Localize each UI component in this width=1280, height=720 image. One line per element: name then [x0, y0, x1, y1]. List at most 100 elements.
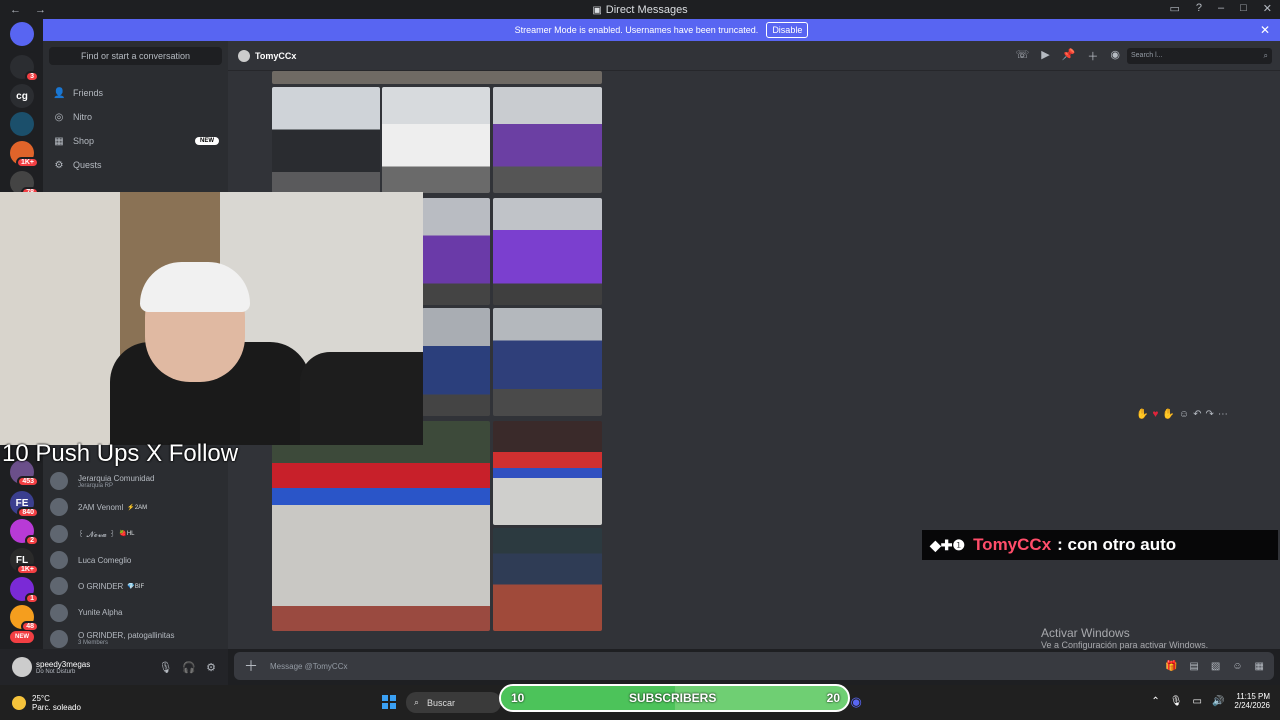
- list-item[interactable]: Luca Comeglio: [50, 547, 225, 573]
- add-friend-icon[interactable]: ＋: [1087, 48, 1098, 64]
- car-photo[interactable]: [272, 87, 380, 193]
- close-window-button[interactable]: ✕: [1263, 2, 1272, 15]
- chat-username: TomyCCx: [973, 535, 1052, 554]
- car-photo[interactable]: [422, 198, 490, 305]
- maximize-button[interactable]: □: [1240, 2, 1247, 15]
- list-item[interactable]: 2AM Venoml ⚡2AM: [50, 494, 225, 520]
- forward-arrow-icon[interactable]: →: [35, 4, 46, 16]
- car-photo[interactable]: [382, 87, 490, 193]
- window-title: ▣ Direct Messages: [592, 3, 688, 16]
- list-item[interactable]: Yunite Alpha: [50, 599, 225, 625]
- chat-text: : con otro auto: [1057, 535, 1177, 554]
- headphones-icon[interactable]: 🎧: [182, 661, 196, 674]
- server-icon[interactable]: 2: [10, 519, 39, 546]
- message-input[interactable]: ＋ Message @TomyCCx 🎁 ▤ ▧ ☺ ▦: [234, 652, 1274, 680]
- webcam-overlay: [0, 192, 423, 445]
- nav-quests[interactable]: ⚙ Quests: [53, 153, 223, 177]
- car-photo[interactable]: [493, 87, 602, 193]
- gear-icon[interactable]: ⚙: [206, 661, 216, 674]
- car-photo[interactable]: [493, 308, 602, 416]
- wave-emoji-icon[interactable]: ✋: [1136, 409, 1148, 420]
- reply-icon[interactable]: ↶: [1193, 409, 1201, 420]
- apps-icon[interactable]: ▦: [1255, 661, 1264, 672]
- stream-chat-message: ◆✚❶ TomyCCx : con otro auto: [922, 530, 1278, 560]
- avatar: [50, 629, 68, 648]
- avatar[interactable]: [12, 657, 32, 677]
- windows-activation-notice: Activar Windows Ve a Configuración para …: [1041, 626, 1209, 650]
- disable-button[interactable]: Disable: [766, 22, 809, 38]
- microphone-icon[interactable]: 🎙: [1170, 696, 1183, 707]
- network-icon[interactable]: ▭: [1193, 696, 1202, 707]
- sun-icon: [12, 695, 26, 710]
- username: speedy3megas: [36, 659, 91, 669]
- start-button[interactable]: [382, 695, 396, 709]
- server-icon[interactable]: FE 840: [10, 491, 39, 518]
- avatar: [50, 551, 68, 570]
- notification-badge: 1: [25, 593, 39, 604]
- server-icon[interactable]: [10, 22, 34, 46]
- taskbar-search[interactable]: ⌕ Buscar: [406, 692, 501, 713]
- subs-current: 10: [511, 691, 525, 705]
- list-item[interactable]: ꒰ 𝓝𝓸𝓿𝓪 ꒱ 🍓HL: [50, 521, 225, 547]
- hand-emoji-icon[interactable]: ✋: [1162, 409, 1174, 420]
- car-photo[interactable]: [493, 421, 602, 525]
- server-icon[interactable]: 48: [10, 605, 39, 632]
- phone-icon[interactable]: ☏: [1015, 48, 1029, 64]
- sticker-icon[interactable]: ▧: [1211, 661, 1220, 672]
- car-photo[interactable]: [272, 421, 490, 631]
- server-icon[interactable]: [10, 112, 34, 136]
- heart-emoji-icon[interactable]: ♥: [1152, 409, 1158, 420]
- help-icon[interactable]: ?: [1196, 2, 1202, 15]
- server-icon[interactable]: NEW: [10, 631, 34, 643]
- friends-icon: 👤: [53, 87, 66, 99]
- notification-badge: 840: [17, 507, 39, 518]
- avatar: [50, 472, 68, 491]
- pin-icon[interactable]: 📌: [1062, 48, 1076, 64]
- volume-icon[interactable]: 🔊: [1212, 696, 1224, 707]
- list-item[interactable]: Jerarquia Comunidad Jerarquia RP: [50, 468, 225, 494]
- nav-shop[interactable]: ▦ Shop NEW: [53, 129, 223, 153]
- add-reaction-icon[interactable]: ☺: [1179, 409, 1189, 420]
- avatar: [50, 498, 68, 517]
- subs-label: SUBSCRIBERS: [629, 691, 717, 705]
- inbox-icon[interactable]: ▭: [1169, 2, 1179, 15]
- discord-icon[interactable]: ◉: [850, 694, 861, 710]
- plus-icon[interactable]: ＋: [244, 656, 258, 676]
- car-photo[interactable]: [493, 528, 602, 631]
- quests-icon: ⚙: [54, 159, 64, 171]
- search-input[interactable]: Search l... ⌕: [1127, 47, 1272, 64]
- video-icon[interactable]: ▶: [1041, 48, 1049, 64]
- car-photo[interactable]: [272, 71, 602, 84]
- server-icon[interactable]: 1K+: [10, 141, 39, 168]
- forward-icon[interactable]: ↷: [1205, 409, 1213, 420]
- car-photo[interactable]: [422, 308, 490, 416]
- server-icon[interactable]: 1: [10, 577, 39, 604]
- message-actions: ✋ ♥ ✋ ☺ ↶ ↷ ⋯: [1136, 405, 1266, 423]
- new-badge: NEW: [195, 137, 219, 145]
- title-bar: ← → ▣ Direct Messages ▭ ? – □ ✕: [0, 0, 1280, 19]
- gif-icon[interactable]: ▤: [1189, 661, 1198, 672]
- close-icon[interactable]: ✕: [1260, 23, 1270, 37]
- minimize-button[interactable]: –: [1218, 2, 1224, 15]
- nav-nitro[interactable]: ◎ Nitro: [53, 105, 223, 129]
- emoji-icon[interactable]: ☺: [1232, 661, 1242, 672]
- nav-friends[interactable]: 👤 Friends: [53, 81, 223, 105]
- streamer-mode-banner: Streamer Mode is enabled. Usernames have…: [43, 19, 1280, 41]
- server-icon[interactable]: cg: [10, 84, 34, 108]
- weather-widget[interactable]: 25°C Parc. soleado: [12, 694, 81, 712]
- microphone-icon[interactable]: 🎙: [158, 661, 172, 674]
- list-item[interactable]: O GRINDER 💎BIF: [50, 573, 225, 599]
- dm-nav: 👤 Friends ◎ Nitro ▦ Shop NEW ⚙ Quests: [53, 81, 223, 177]
- more-icon[interactable]: ⋯: [1218, 409, 1228, 420]
- car-photo[interactable]: [493, 198, 602, 305]
- dm-search-input[interactable]: Find or start a conversation: [49, 47, 222, 65]
- avatar: [50, 603, 68, 622]
- profile-icon[interactable]: ◉: [1110, 48, 1120, 64]
- gift-icon[interactable]: 🎁: [1165, 661, 1177, 672]
- server-icon[interactable]: 3: [10, 55, 39, 82]
- server-icon[interactable]: FL 1K+: [10, 548, 39, 575]
- clock[interactable]: 11:15 PM 2/24/2026: [1234, 692, 1270, 710]
- back-arrow-icon[interactable]: ←: [10, 4, 21, 16]
- chevron-up-icon[interactable]: ⌃: [1151, 696, 1159, 707]
- badge-icons: ◆✚❶: [930, 536, 966, 553]
